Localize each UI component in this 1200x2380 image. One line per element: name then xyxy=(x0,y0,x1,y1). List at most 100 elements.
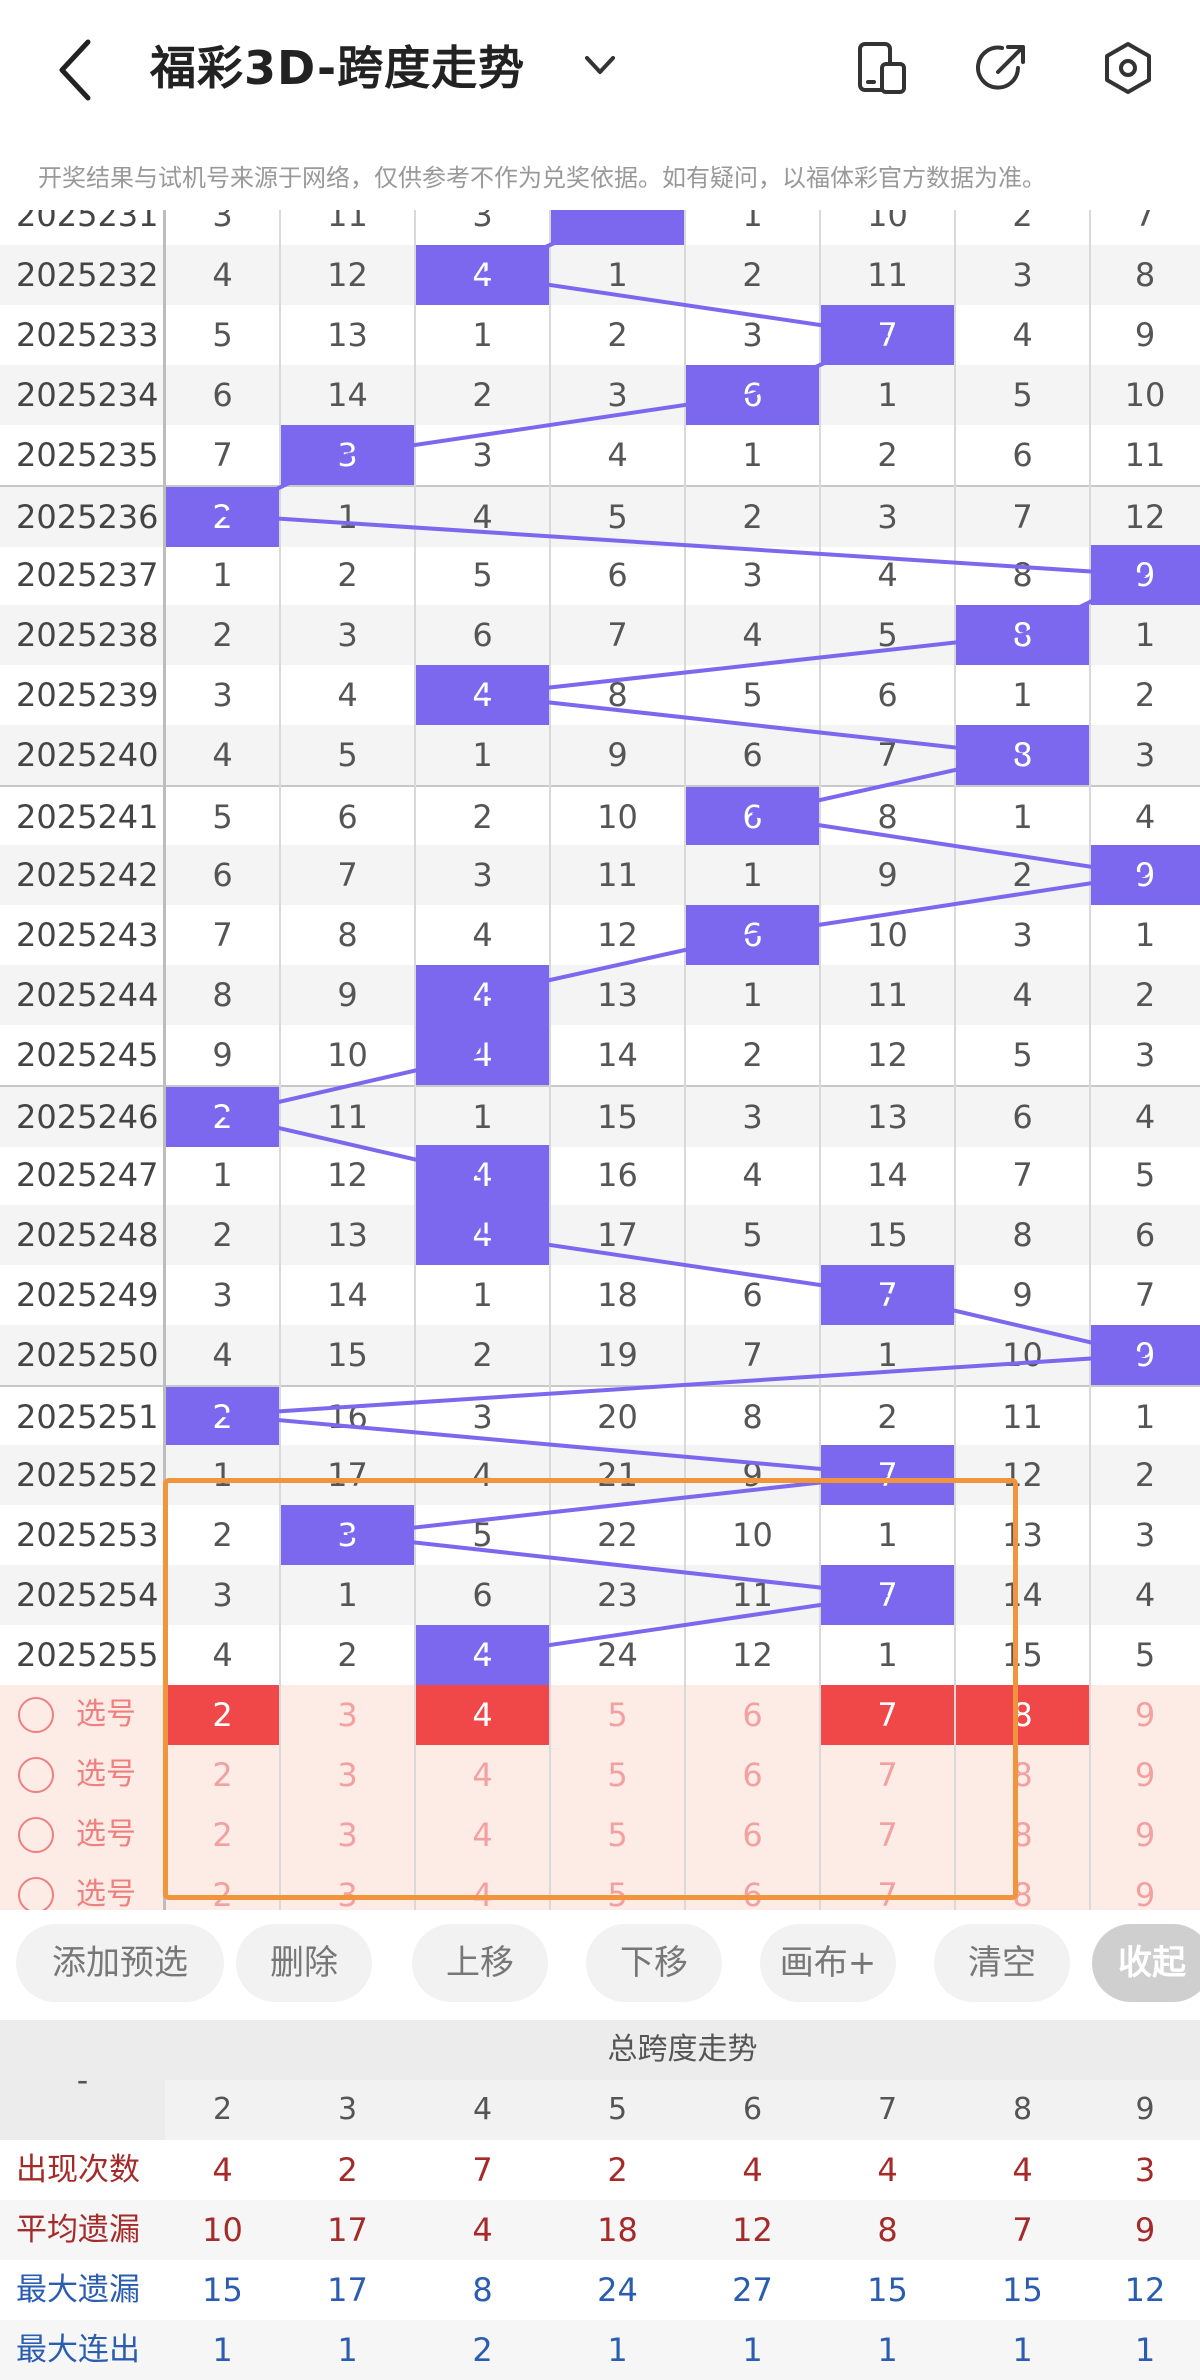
selectable-number[interactable]: 2 xyxy=(165,1745,280,1805)
selectable-number[interactable]: 6 xyxy=(685,1805,820,1865)
selection-label: 选号 xyxy=(76,1817,136,1852)
summary-table: - 总跨度走势 23456789 出现次数 4 2 7 2 4 4 4 3 平均遗漏 10 17 4 18… xyxy=(0,2020,1200,2380)
omission-cell: 15 xyxy=(867,1216,908,1254)
selectable-number[interactable]: 9 xyxy=(1090,1745,1200,1805)
omission-cell: 4 xyxy=(212,736,233,774)
omission-cell: 3 xyxy=(742,556,763,594)
trend-row: 2025243 7 8 4 12 6 10 3 1 xyxy=(0,905,1200,965)
omission-cell: 3 xyxy=(472,856,493,894)
omission-cell: 11 xyxy=(732,1576,773,1614)
settings-icon[interactable] xyxy=(1098,38,1158,98)
selectable-number[interactable]: 7 xyxy=(820,1745,955,1805)
summary-column-header: 6 xyxy=(742,2092,763,2127)
omission-cell: 7 xyxy=(212,916,233,954)
hit-cell: 2 xyxy=(165,487,280,547)
selectable-number[interactable]: 6 xyxy=(685,1685,820,1745)
trend-table[interactable]: 2025231 3 11 3 1 10 2 7 2025232 4 12 4 1 2 11 3 8 2025233… xyxy=(0,210,1200,1910)
selectable-number[interactable]: 3 xyxy=(280,1745,415,1805)
selectable-number[interactable]: 7 xyxy=(820,1805,955,1865)
selectable-number[interactable]: 5 xyxy=(550,1805,685,1865)
selectable-number[interactable]: 3 xyxy=(280,1865,415,1910)
selectable-number[interactable]: 3 xyxy=(280,1685,415,1745)
select-radio[interactable] xyxy=(18,1757,54,1793)
move-up-button[interactable]: 上移 xyxy=(412,1924,548,2002)
select-radio[interactable] xyxy=(18,1697,54,1733)
select-radio[interactable] xyxy=(18,1817,54,1853)
omission-cell: 11 xyxy=(867,256,908,294)
summary-value: 15 xyxy=(867,2271,908,2309)
trend-row: 2025233 5 13 1 2 3 7 4 9 xyxy=(0,305,1200,365)
selectable-number[interactable]: 9 xyxy=(1090,1865,1200,1910)
omission-cell: 5 xyxy=(472,556,493,594)
selectable-number[interactable]: 4 xyxy=(415,1865,550,1910)
selectable-number[interactable]: 5 xyxy=(550,1685,685,1745)
move-down-button[interactable]: 下移 xyxy=(586,1924,722,2002)
omission-cell: 8 xyxy=(1134,256,1156,294)
trend-row: 2025237 1 2 5 6 3 4 8 9 xyxy=(0,545,1200,605)
omission-cell: 7 xyxy=(607,616,628,654)
hit-cell: 4 xyxy=(415,965,550,1025)
omission-cell: 11 xyxy=(327,210,368,234)
select-radio[interactable] xyxy=(18,1877,54,1910)
selectable-number[interactable]: 9 xyxy=(1090,1685,1200,1745)
summary-value: 4 xyxy=(212,2151,233,2189)
issue-column-divider xyxy=(163,210,166,1910)
omission-cell: 9 xyxy=(1012,1276,1033,1314)
selectable-number[interactable]: 5 xyxy=(550,1865,685,1910)
selectable-number[interactable]: 2 xyxy=(165,1805,280,1865)
selectable-number[interactable]: 9 xyxy=(1090,1805,1200,1865)
selectable-number[interactable]: 4 xyxy=(415,1745,550,1805)
omission-cell: 14 xyxy=(867,1156,908,1194)
issue-number: 2025240 xyxy=(16,736,159,774)
back-icon[interactable] xyxy=(40,30,110,110)
selectable-number[interactable]: 2 xyxy=(165,1865,280,1910)
page-title[interactable]: 福彩3D-跨度走势 xyxy=(150,32,525,98)
omission-cell: 10 xyxy=(597,798,638,836)
omission-cell: 17 xyxy=(597,1216,638,1254)
issue-number: 2025241 xyxy=(16,798,159,836)
delete-button[interactable]: 删除 xyxy=(236,1924,372,2002)
omission-cell: 5 xyxy=(337,736,358,774)
omission-cell: 5 xyxy=(1134,1156,1156,1194)
selectable-number[interactable]: 7 xyxy=(820,1865,955,1910)
canvas-plus-button[interactable]: 画布+ xyxy=(760,1924,896,2002)
omission-cell: 6 xyxy=(742,1276,763,1314)
omission-cell: 8 xyxy=(607,676,628,714)
selection-row: 选号 2 3 4 5 6 7 8 9 xyxy=(0,1685,1200,1745)
chevron-down-icon[interactable] xyxy=(575,46,625,86)
selectable-number[interactable]: 8 xyxy=(955,1865,1090,1910)
selectable-number[interactable]: 8 xyxy=(955,1745,1090,1805)
omission-cell: 13 xyxy=(867,1098,908,1136)
omission-cell: 8 xyxy=(1012,556,1033,594)
issue-number: 2025239 xyxy=(16,676,159,714)
summary-value: 17 xyxy=(327,2271,368,2309)
hit-cell: 9 xyxy=(1090,845,1200,905)
selected-number[interactable]: 2 xyxy=(165,1685,280,1745)
clear-button[interactable]: 清空 xyxy=(934,1924,1070,2002)
omission-cell: 1 xyxy=(472,1276,493,1314)
omission-cell: 10 xyxy=(867,210,908,234)
summary-column-header: 9 xyxy=(1135,2092,1155,2127)
selected-number[interactable]: 4 xyxy=(415,1685,550,1745)
omission-cell: 14 xyxy=(327,376,368,414)
share-icon[interactable] xyxy=(972,38,1032,98)
selectable-number[interactable]: 5 xyxy=(550,1745,685,1805)
selected-number[interactable]: 8 xyxy=(955,1685,1090,1745)
omission-cell: 9 xyxy=(1134,316,1156,354)
omission-cell: 3 xyxy=(472,436,493,474)
selectable-number[interactable]: 8 xyxy=(955,1805,1090,1865)
collapse-button[interactable]: 收起 xyxy=(1092,1924,1200,2002)
omission-cell: 12 xyxy=(327,1156,368,1194)
add-preselect-button[interactable]: 添加预选 xyxy=(16,1924,224,2002)
omission-cell: 3 xyxy=(212,210,233,234)
hit-cell: 9 xyxy=(1090,1325,1200,1385)
selectable-number[interactable]: 4 xyxy=(415,1805,550,1865)
issue-number: 2025253 xyxy=(16,1516,159,1554)
selectable-number[interactable]: 6 xyxy=(685,1745,820,1805)
selected-number[interactable]: 7 xyxy=(820,1685,955,1745)
omission-cell: 2 xyxy=(742,256,763,294)
omission-cell: 3 xyxy=(472,1398,493,1436)
selectable-number[interactable]: 6 xyxy=(685,1865,820,1910)
selectable-number[interactable]: 3 xyxy=(280,1805,415,1865)
phone-device-icon[interactable] xyxy=(852,38,912,98)
